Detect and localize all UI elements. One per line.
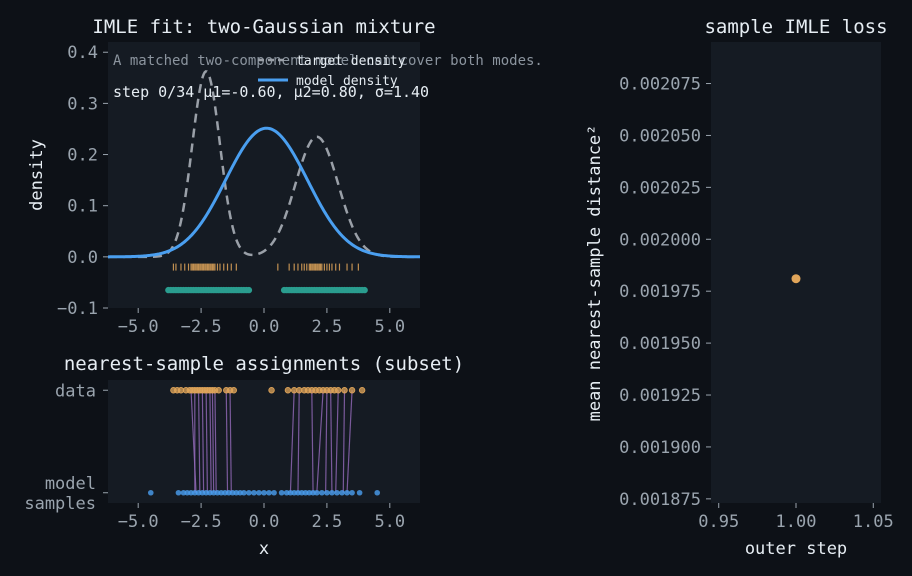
model-sample-point (261, 489, 267, 496)
data-point (358, 387, 366, 394)
assignments-axes-background (108, 380, 420, 503)
loss-xtick-label: 1.00 (776, 512, 817, 532)
model-sample-point (344, 489, 350, 496)
loss-point (791, 274, 801, 284)
model-sample-point (374, 489, 381, 496)
loss-points (791, 274, 801, 284)
model-sample-point (246, 489, 252, 496)
density-ytick-label: 0.2 (67, 146, 98, 166)
loss-xlabel: outer step (745, 539, 847, 559)
data-point (335, 387, 342, 394)
model-sample-point (175, 489, 182, 496)
legend-target-label: target density (296, 54, 406, 69)
model-sample-point (329, 489, 335, 496)
model-sample-mark (361, 286, 368, 294)
data-point (284, 387, 292, 394)
model-sample-point (256, 489, 262, 496)
data-point (348, 387, 356, 394)
loss-ytick-label: 0.001975 (619, 282, 701, 302)
loss-ytick-label: 0.002025 (619, 178, 701, 198)
density-ytick-label: 0.1 (67, 197, 98, 217)
model-sample-point (147, 489, 154, 496)
density-ylabel: density (27, 139, 47, 211)
data-point (215, 387, 222, 394)
model-sample-point (278, 489, 285, 496)
model-sample-point (241, 489, 247, 496)
model-sample-point (271, 489, 277, 496)
loss-axes-background (711, 42, 881, 503)
loss-ytick-label: 0.001950 (619, 334, 701, 354)
assignments-xtick-label: −2.5 (181, 512, 222, 532)
loss-ytick-label: 0.002075 (619, 75, 701, 95)
assignments-xlabel: x (259, 539, 269, 559)
step-status: step 0/34 μ1=-0.60, μ2=0.80, σ=1.40 (113, 83, 429, 101)
density-xtick-label: 5.0 (374, 317, 405, 337)
loss-ytick-label: 0.001925 (619, 386, 701, 406)
density-xtick-label: −5.0 (118, 317, 159, 337)
density-ytick-label: 0.4 (67, 43, 98, 63)
assignments-xtick-label: 2.5 (312, 512, 343, 532)
density-xtick-label: −2.5 (181, 317, 222, 337)
density-ytick-label: 0.3 (67, 94, 98, 114)
model-sample-point (314, 489, 320, 496)
density-xtick-label: 2.5 (312, 317, 343, 337)
model-sample-points (147, 489, 381, 496)
figure: IMLE fit: two-Gaussian mixture density −… (0, 0, 912, 576)
model-sample-point (266, 489, 272, 496)
data-point (268, 387, 275, 394)
loss-ylabel: mean nearest-sample distance² (585, 125, 605, 422)
assignments-xtick-label: −5.0 (118, 512, 159, 532)
loss-yticks: 0.001875 0.001900 0.001925 0.001950 0.001975… (619, 75, 711, 510)
data-point (341, 387, 348, 394)
loss-ytick-label: 0.002000 (619, 230, 701, 250)
assignments-xtick-label: 5.0 (374, 512, 405, 532)
model-sample-mark (245, 286, 253, 294)
loss-title: sample IMLE loss (704, 16, 887, 38)
model-sample-point (356, 489, 363, 496)
density-xtick-label: 0.0 (249, 317, 280, 337)
density-ytick-label: 0.0 (67, 248, 98, 268)
density-ytick-label: −0.1 (57, 299, 98, 319)
loss-xtick-label: 0.95 (698, 512, 739, 532)
assignments-ytick-label: samples (24, 494, 96, 514)
density-title: IMLE fit: two-Gaussian mixture (92, 16, 435, 38)
model-sample-point (349, 489, 355, 496)
loss-ytick-label: 0.001900 (619, 438, 701, 458)
data-point (230, 387, 238, 394)
model-sample-point (324, 489, 330, 496)
assignments-ytick-label: data (55, 381, 96, 401)
model-sample-point (339, 489, 345, 496)
loss-xtick-label: 1.05 (853, 512, 894, 532)
loss-ytick-label: 0.001875 (619, 490, 701, 510)
assignments-xtick-label: 0.0 (249, 512, 280, 532)
model-sample-point (334, 489, 340, 496)
model-sample-point (251, 489, 257, 496)
model-sample-point (319, 489, 325, 496)
assignments-ytick-label: model (45, 474, 96, 494)
assignments-title: nearest-sample assignments (subset) (64, 353, 464, 375)
loss-ytick-label: 0.002050 (619, 126, 701, 146)
